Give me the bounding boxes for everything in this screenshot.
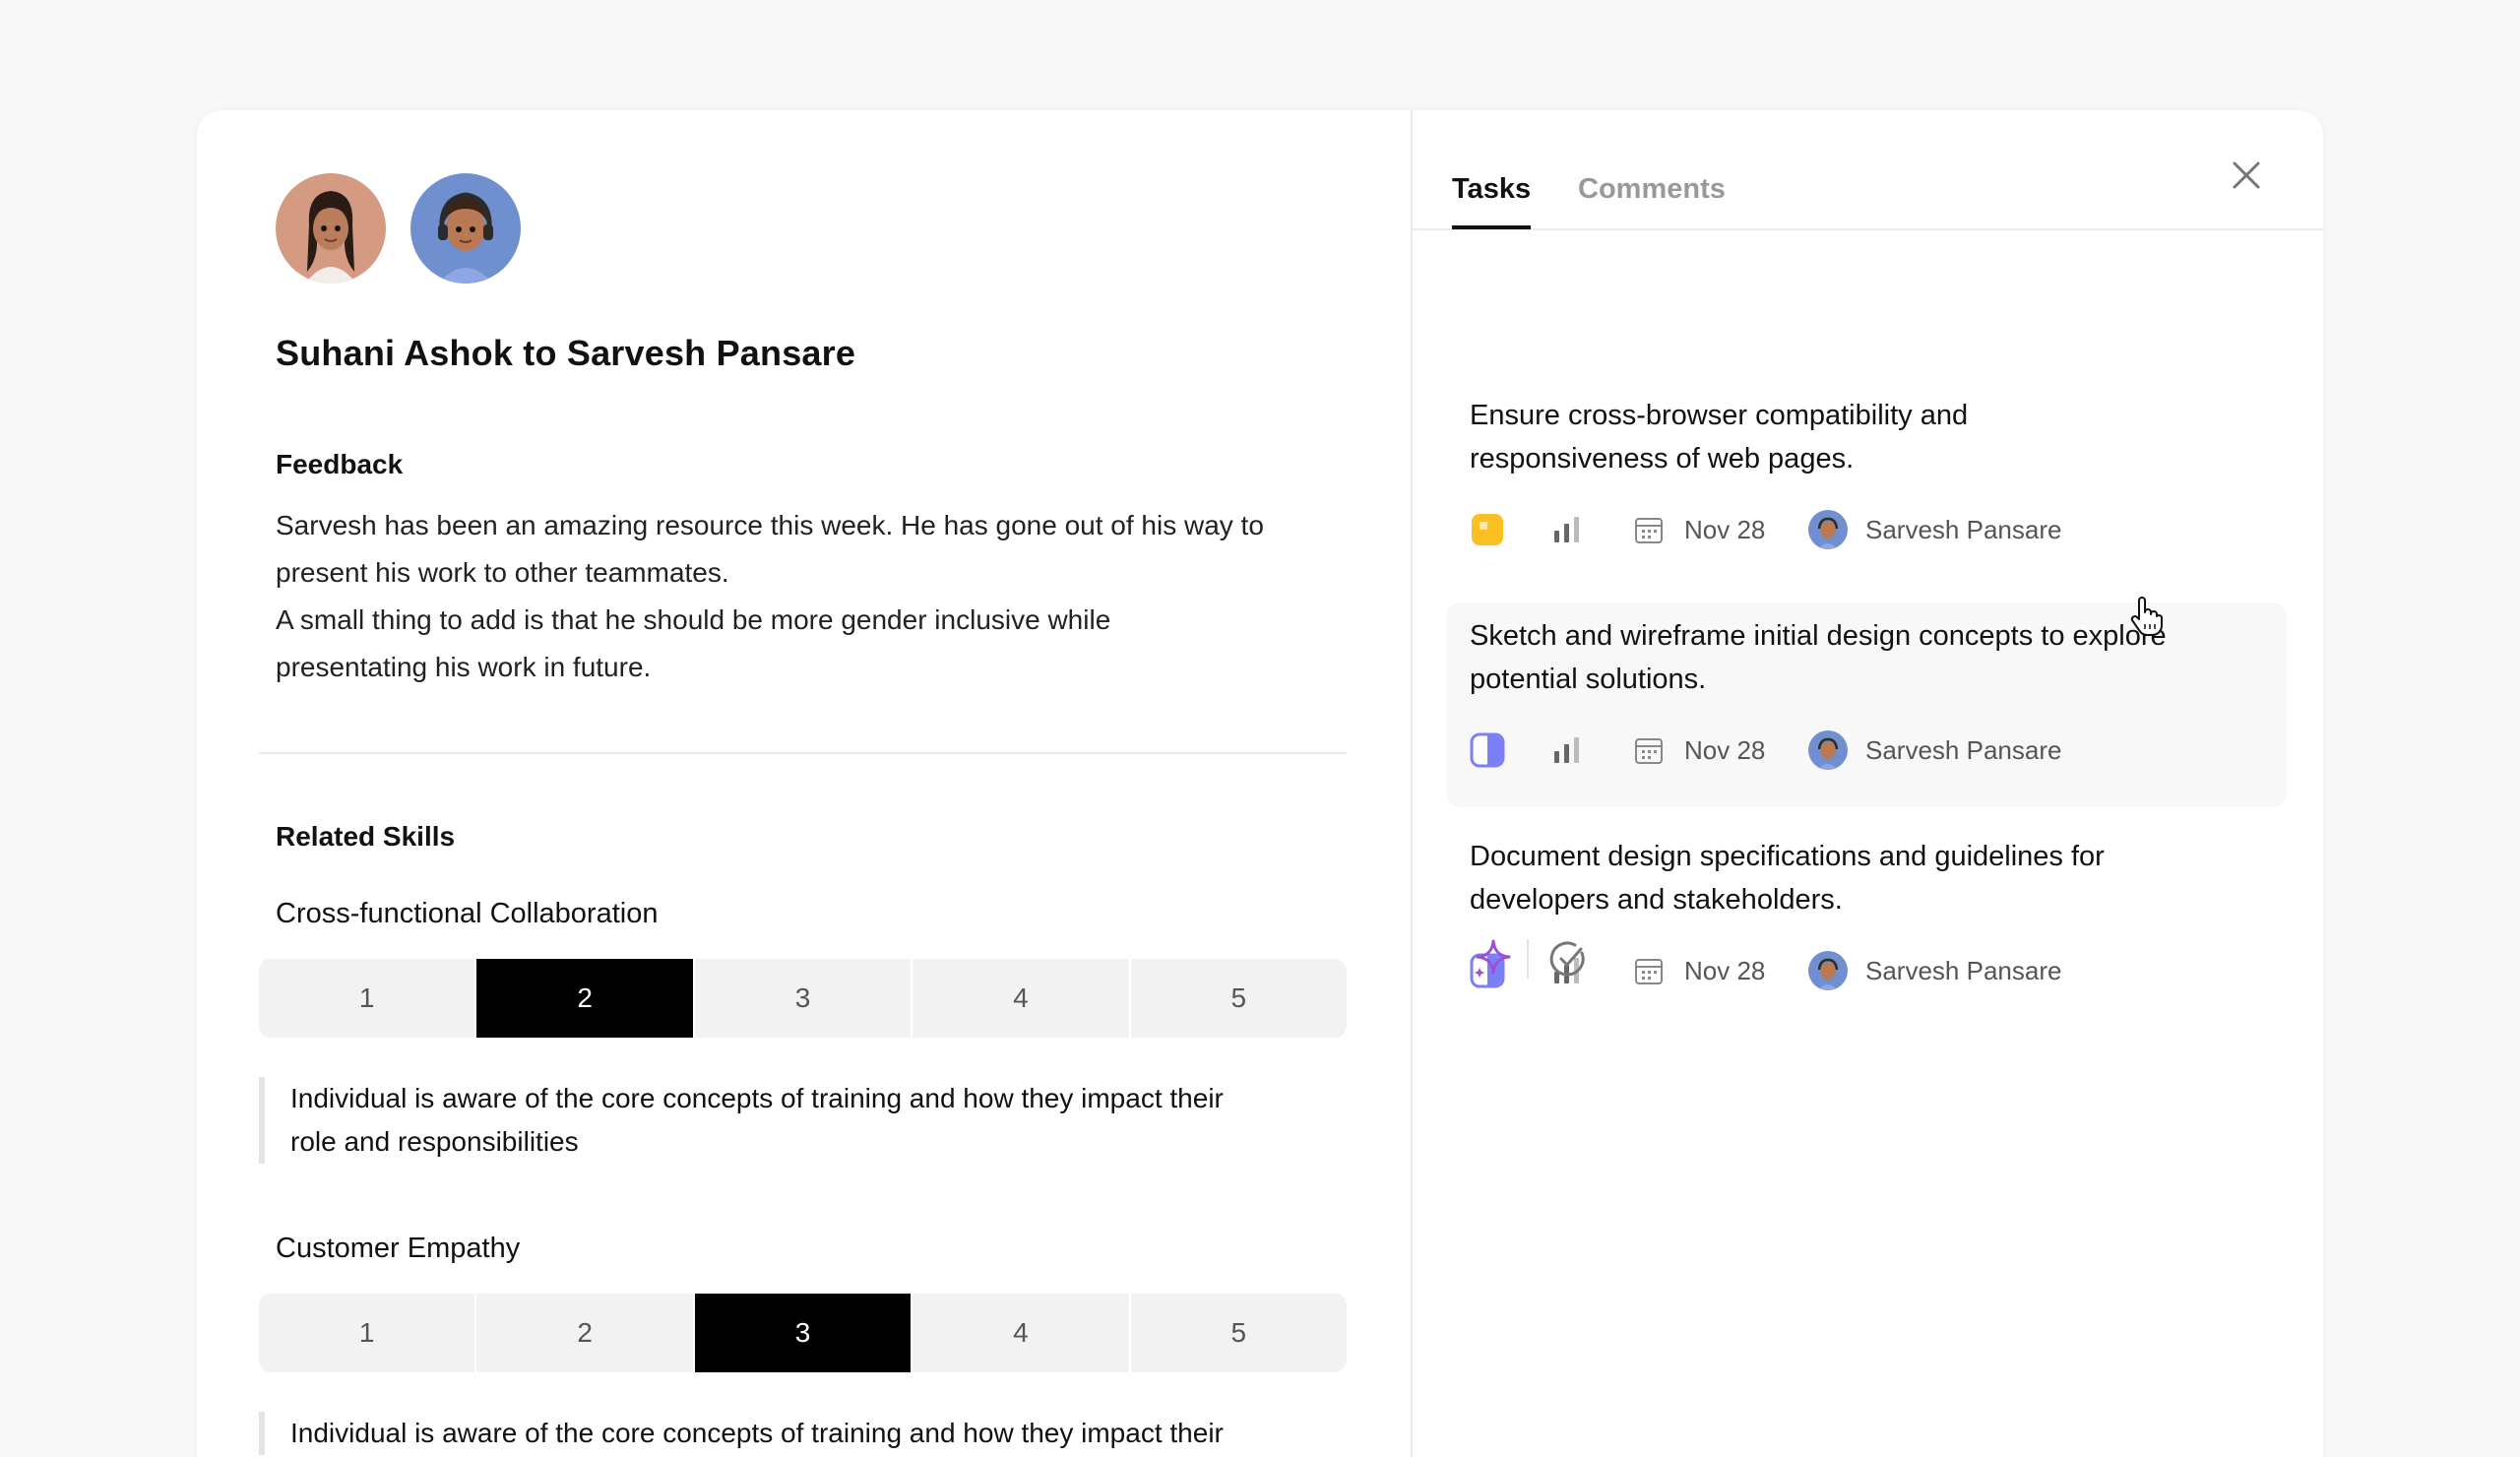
priority-button[interactable]: [1550, 730, 1584, 770]
rating-option[interactable]: 3: [694, 959, 912, 1038]
task-actions: [1470, 937, 1667, 981]
status-half-icon: [1470, 732, 1505, 768]
skill-description-line: role and responsibilities: [290, 1126, 579, 1157]
rating-option[interactable]: 1: [259, 959, 475, 1038]
related-skills-label: Related Skills: [276, 821, 456, 852]
status-button[interactable]: [1470, 510, 1505, 549]
due-date-text: Nov 28: [1684, 514, 1766, 544]
priority-button[interactable]: [1550, 510, 1584, 549]
task-title-line: Ensure cross-browser compatibility and: [1470, 400, 1969, 431]
feedback-line: present his work to other teammates.: [276, 557, 729, 588]
rating-option[interactable]: 1: [259, 1294, 475, 1372]
skill-description-line: Individual is aware of the core concepts…: [290, 1418, 1224, 1448]
task-title: Document design specifications and guide…: [1470, 835, 2237, 921]
tab-tasks[interactable]: Tasks: [1452, 173, 1532, 229]
priority-bars-icon: [1554, 517, 1579, 542]
check-circle-icon[interactable]: [1548, 939, 1588, 979]
task-title-line: potential solutions.: [1470, 664, 1707, 695]
feedback-modal: Suhani Ashok to Sarvesh Pansare Feedback…: [197, 110, 2323, 1457]
avatar-group: [276, 173, 521, 284]
tab-comments[interactable]: Comments: [1578, 173, 1726, 225]
skill-description: Individual is aware of the core concepts…: [259, 1077, 1347, 1164]
task-title-line: Sketch and wireframe initial design conc…: [1470, 620, 2167, 652]
feedback-line: presentating his work in future.: [276, 652, 652, 682]
assignee-name: Sarvesh Pansare: [1865, 955, 2062, 985]
page-title: Suhani Ashok to Sarvesh Pansare: [276, 333, 856, 373]
hand-cursor-icon: [2130, 597, 2163, 636]
assignee-name: Sarvesh Pansare: [1865, 514, 2062, 544]
assignee-avatar: [1808, 510, 1848, 549]
calendar-icon: [1635, 518, 1663, 543]
priority-bars-icon: [1554, 737, 1579, 763]
status-yellow-icon: [1472, 514, 1503, 545]
assignee[interactable]: Sarvesh Pansare: [1808, 730, 2061, 770]
rating-option[interactable]: 2: [476, 1294, 693, 1372]
due-date[interactable]: Nov 28: [1633, 510, 1765, 549]
rating-option[interactable]: 3: [694, 1294, 912, 1372]
assignee-name: Sarvesh Pansare: [1865, 734, 2062, 765]
due-date[interactable]: Nov 28: [1633, 730, 1765, 770]
skill-name-empathy: Customer Empathy: [276, 1233, 521, 1264]
close-icon: [2233, 161, 2260, 189]
action-divider: [1527, 939, 1529, 979]
rating-option[interactable]: 4: [913, 1294, 1129, 1372]
tasks-panel: Tasks Comments Ensure cross-browser comp…: [1411, 110, 2323, 1457]
assignee-avatar: [1808, 951, 1848, 990]
feedback-line: Sarvesh has been an amazing resource thi…: [276, 510, 1264, 540]
status-button[interactable]: [1470, 730, 1505, 770]
task-title-line: Document design specifications and guide…: [1470, 841, 2105, 872]
task-title: Ensure cross-browser compatibility and r…: [1470, 394, 2237, 480]
suhani-avatar: [276, 173, 386, 284]
task-title-line: developers and stakeholders.: [1470, 884, 1843, 916]
close-button[interactable]: [2227, 156, 2266, 195]
sparkle-icon[interactable]: [1470, 937, 1513, 981]
rating-scale-empathy: 1 2 3 4 5: [259, 1294, 1347, 1372]
assignee[interactable]: Sarvesh Pansare: [1808, 951, 2061, 990]
rating-option[interactable]: 2: [476, 959, 693, 1038]
tab-bar: Tasks Comments: [1413, 110, 2323, 230]
assignee-avatar: [1808, 730, 1848, 770]
task-meta: Nov 28 Sarvesh Pansare: [1470, 510, 2257, 549]
feedback-label: Feedback: [276, 449, 404, 479]
feedback-text: Sarvesh has been an amazing resource thi…: [276, 502, 1339, 691]
rating-option[interactable]: 4: [913, 959, 1129, 1038]
sarvesh-avatar: [410, 173, 521, 284]
assignee[interactable]: Sarvesh Pansare: [1808, 510, 2061, 549]
rating-scale-collaboration: 1 2 3 4 5: [259, 959, 1347, 1038]
task-item[interactable]: Ensure cross-browser compatibility and r…: [1447, 382, 2287, 587]
due-date-text: Nov 28: [1684, 734, 1766, 765]
rating-option[interactable]: 5: [1130, 959, 1347, 1038]
task-title-line: responsiveness of web pages.: [1470, 443, 1855, 475]
task-item[interactable]: Document design specifications and guide…: [1447, 823, 2287, 1028]
task-title: Sketch and wireframe initial design conc…: [1470, 614, 2237, 701]
skill-description: Individual is aware of the core concepts…: [259, 1412, 1347, 1455]
section-divider: [259, 752, 1347, 754]
calendar-icon: [1635, 738, 1663, 764]
feedback-panel: Suhani Ashok to Sarvesh Pansare Feedback…: [197, 110, 1411, 1457]
due-date-text: Nov 28: [1684, 955, 1766, 985]
feedback-line: A small thing to add is that he should b…: [276, 604, 1111, 635]
task-meta: Nov 28 Sarvesh Pansare: [1470, 730, 2257, 770]
skill-name-collaboration: Cross-functional Collaboration: [276, 898, 659, 929]
rating-option[interactable]: 5: [1130, 1294, 1347, 1372]
skill-description-line: Individual is aware of the core concepts…: [290, 1083, 1224, 1113]
